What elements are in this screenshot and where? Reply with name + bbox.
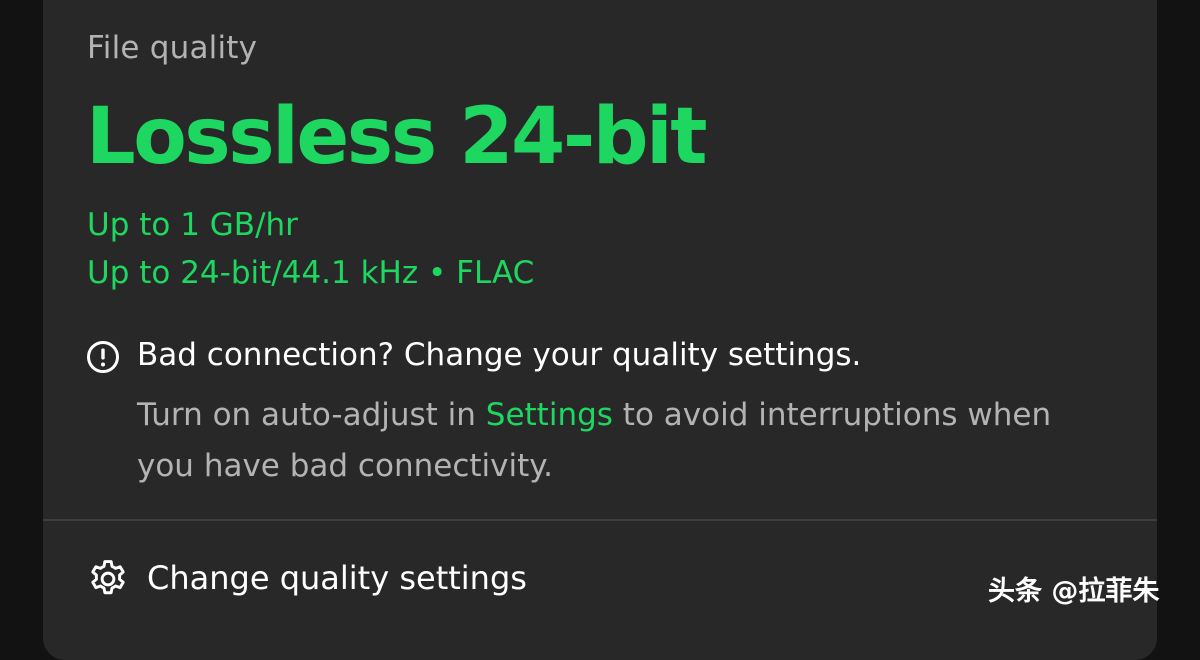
format-spec: Up to 24-bit/44.1 kHz • FLAC bbox=[87, 255, 535, 291]
bitrate-spec: Up to 1 GB/hr bbox=[87, 207, 298, 243]
watermark: 头条 @拉菲朱 bbox=[988, 576, 1160, 607]
gear-icon bbox=[91, 560, 125, 595]
bad-connection-description: Turn on auto-adjust in Settings to avoid… bbox=[137, 390, 1117, 492]
quality-title: Lossless 24-bit bbox=[86, 92, 708, 182]
file-quality-label: File quality bbox=[87, 30, 258, 66]
bad-connection-heading: Bad connection? Change your quality sett… bbox=[137, 337, 862, 373]
exclamation-circle-icon bbox=[87, 341, 119, 373]
description-text-start: Turn on auto-adjust in bbox=[137, 397, 486, 433]
change-quality-settings-label: Change quality settings bbox=[147, 559, 527, 597]
settings-link[interactable]: Settings bbox=[486, 397, 613, 433]
